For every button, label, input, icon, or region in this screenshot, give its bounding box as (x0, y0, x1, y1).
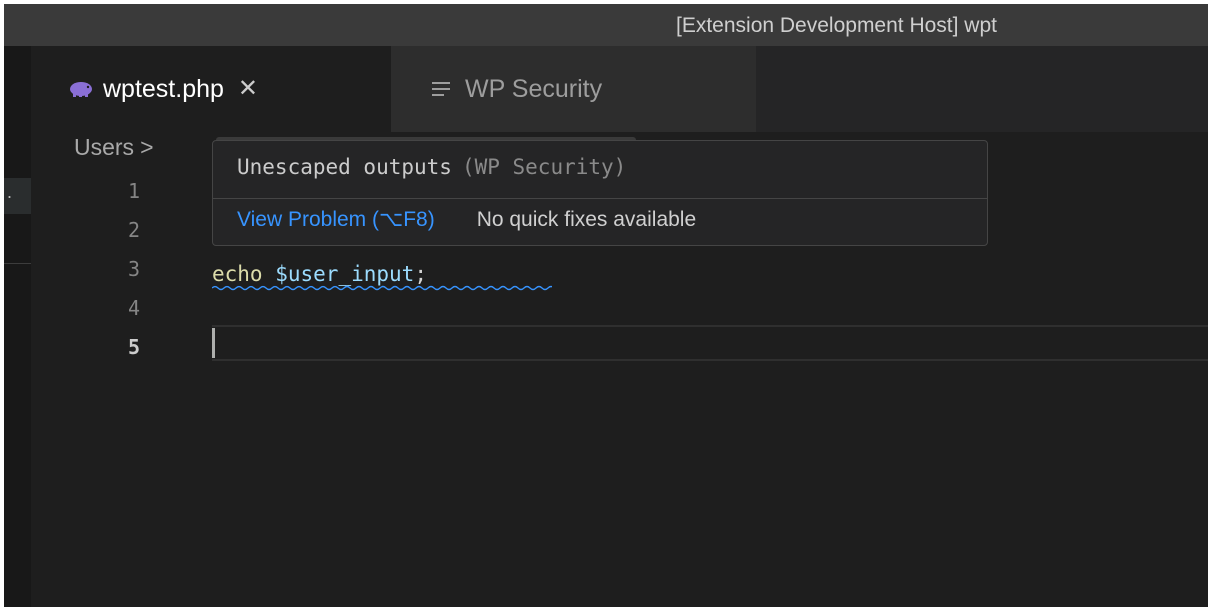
keyword-echo: echo (212, 262, 263, 286)
problem-hover-widget: Unescaped outputs (WP Security) View Prob… (212, 140, 988, 246)
line-number-current: 5 (127, 335, 140, 359)
hover-divider (213, 198, 987, 199)
semicolon: ; (414, 262, 427, 286)
breadcrumb-item-users[interactable]: Users (74, 134, 134, 160)
line-number: 1 (127, 179, 140, 203)
no-quick-fixes-text: No quick fixes available (476, 208, 697, 231)
side-strip (4, 46, 31, 607)
line-number: 3 (127, 257, 140, 281)
problem-message: Unescaped outputs (237, 155, 452, 179)
hover-actions: View Problem (⌥F8) No quick fixes availab… (237, 207, 696, 232)
view-problem-link[interactable]: View Problem (⌥F8) (237, 208, 435, 231)
chevron-right-icon: > (140, 134, 154, 160)
left-panel-item[interactable]: . (4, 178, 31, 214)
tab-wp-security[interactable]: WP Security (391, 46, 756, 132)
tab-wptest-php[interactable]: wptest.php ✕ (31, 46, 391, 132)
tab-label: wptest.php (103, 74, 224, 103)
ellipsis-text: . (7, 182, 13, 202)
current-line-highlight (212, 325, 1208, 361)
text-cursor (212, 328, 215, 358)
line-number-gutter: 1 2 3 4 5 (104, 172, 164, 367)
hover-message: Unescaped outputs (WP Security) (237, 155, 626, 179)
left-panel-divider (4, 263, 31, 264)
variable-user-input: $user_input (275, 262, 415, 286)
window-title: [Extension Development Host] wpt (676, 14, 997, 37)
php-elephant-icon (69, 80, 93, 98)
editor-window: [Extension Development Host] wpt wptest.… (4, 4, 1208, 607)
close-icon[interactable]: ✕ (238, 77, 258, 101)
tab-label: WP Security (465, 74, 603, 103)
line-number: 2 (127, 218, 140, 242)
problem-source: (WP Security) (461, 155, 627, 179)
preview-lines-icon (431, 80, 453, 98)
line-number: 4 (127, 296, 140, 320)
warning-squiggle (212, 285, 552, 291)
breadcrumb: Users > (74, 134, 154, 161)
tab-bar: wptest.php ✕ WP Security (4, 46, 1208, 132)
title-bar: [Extension Development Host] wpt (4, 4, 1208, 46)
